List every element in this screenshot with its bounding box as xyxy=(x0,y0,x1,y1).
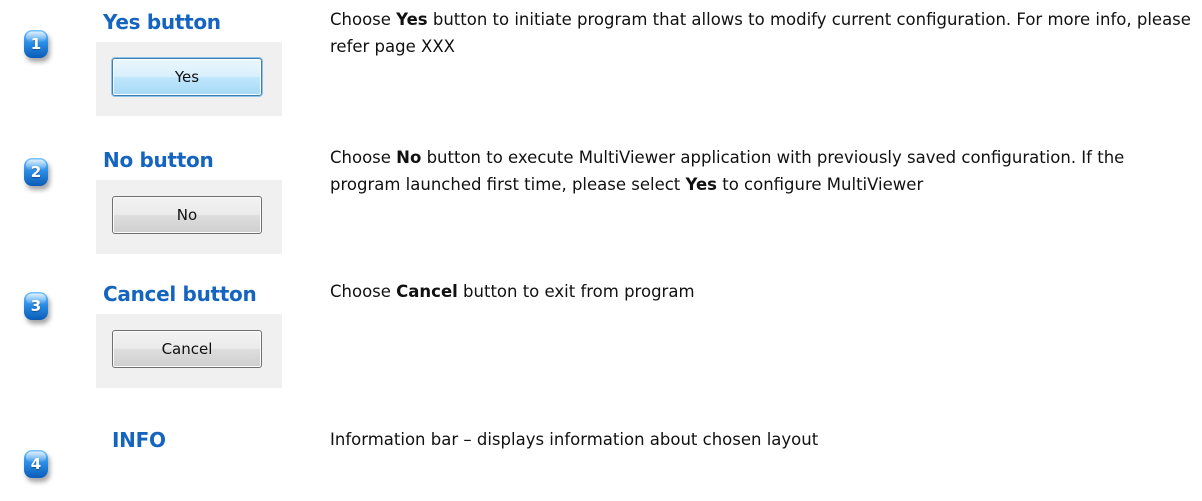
description-info: Information bar – displays information a… xyxy=(330,430,819,449)
desc-text: Choose xyxy=(330,10,397,29)
badge-number: 3 xyxy=(30,297,42,315)
desc-bold-term: Yes xyxy=(396,10,428,29)
desc-text: to configure MultiViewer xyxy=(716,175,924,194)
badge-number: 1 xyxy=(30,35,42,53)
number-badge-2: 2 xyxy=(8,146,64,198)
description-yes-button: Choose Yes button to initiate program th… xyxy=(330,6,1198,60)
button-preview-panel: Cancel xyxy=(96,314,282,388)
desc-bold-term: Yes xyxy=(685,175,717,194)
description-cancel-button: Choose Cancel button to exit from progra… xyxy=(330,278,1198,305)
desc-bold-term: No xyxy=(396,148,422,167)
description-no-button: Choose No button to execute MultiViewer … xyxy=(330,144,1198,198)
button-preview-panel: Yes xyxy=(96,42,282,116)
badge-number: 2 xyxy=(30,163,42,181)
number-badge-4: 4 xyxy=(8,438,64,490)
section-title-info: INFO xyxy=(112,428,166,452)
badge-number: 4 xyxy=(30,455,42,473)
button-preview-panel: No xyxy=(96,180,282,254)
section-title-no-button: No button xyxy=(103,148,214,172)
desc-text: Choose xyxy=(330,148,397,167)
section-title-yes-button: Yes button xyxy=(103,10,221,34)
desc-text: button to exit from program xyxy=(457,282,695,301)
desc-text: Choose xyxy=(330,282,397,301)
no-button[interactable]: No xyxy=(112,196,262,234)
section-title-cancel-button: Cancel button xyxy=(103,282,257,306)
yes-button[interactable]: Yes xyxy=(112,58,262,96)
cancel-button[interactable]: Cancel xyxy=(112,330,262,368)
desc-bold-term: Cancel xyxy=(396,282,458,301)
number-badge-3: 3 xyxy=(8,280,64,332)
number-badge-1: 1 xyxy=(8,18,64,70)
desc-text: button to initiate program that allows t… xyxy=(330,10,1191,56)
